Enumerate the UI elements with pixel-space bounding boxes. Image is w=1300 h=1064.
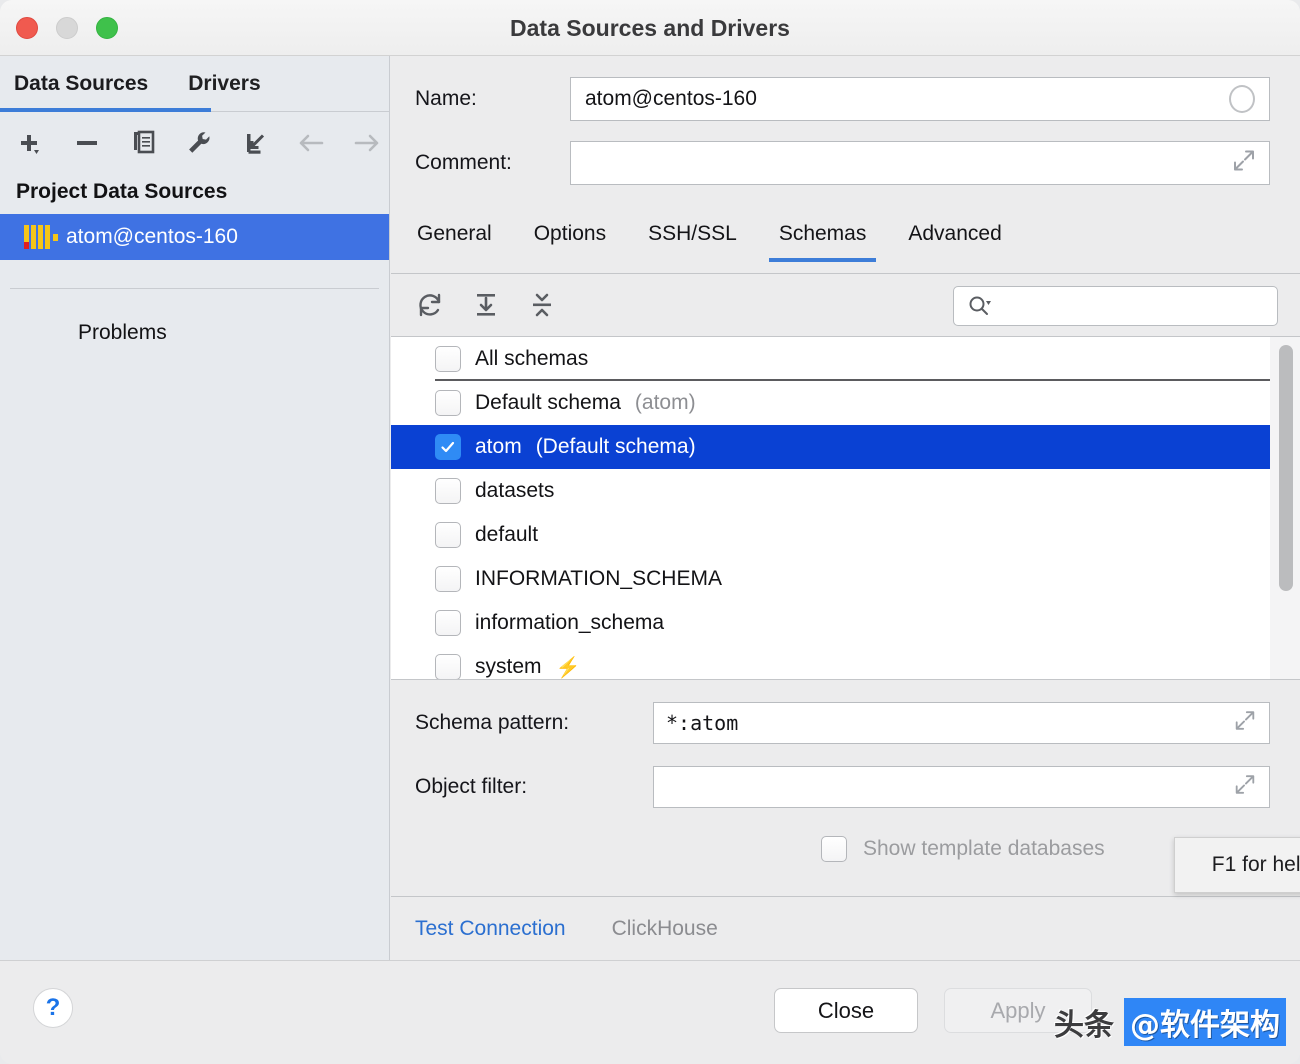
schema-label: INFORMATION_SCHEMA (475, 567, 722, 591)
test-connection-link[interactable]: Test Connection (415, 917, 566, 941)
checkbox[interactable] (435, 522, 461, 548)
checkbox[interactable] (435, 390, 461, 416)
name-field-row: Name: atom@centos-160 (391, 76, 1300, 122)
search-icon (966, 293, 992, 319)
name-value: atom@centos-160 (571, 87, 757, 111)
search-input[interactable] (953, 286, 1278, 326)
checkbox[interactable] (435, 610, 461, 636)
tab-drivers[interactable]: Drivers (188, 72, 260, 96)
tab-advanced[interactable]: Advanced (906, 216, 1003, 246)
test-connection-bar: Test Connection ClickHouse (391, 896, 1300, 960)
schema-label: datasets (475, 479, 554, 503)
sidebar-item-problems[interactable]: Problems (0, 289, 389, 345)
expand-icon[interactable] (1231, 148, 1257, 179)
main-panel: Name: atom@centos-160 Comment: General O… (391, 56, 1300, 960)
remove-icon[interactable] (70, 126, 104, 160)
schema-list-scrollbar[interactable] (1270, 337, 1300, 679)
schema-suffix: (Default schema) (536, 435, 696, 459)
tab-ssh-ssl[interactable]: SSH/SSL (646, 216, 739, 246)
schema-pattern-input[interactable]: *:atom (653, 702, 1270, 744)
expand-icon[interactable] (1233, 709, 1257, 738)
object-filter-input[interactable] (653, 766, 1270, 808)
schema-label: Default schema (475, 391, 621, 415)
duplicate-icon[interactable] (126, 126, 160, 160)
checkbox[interactable] (435, 654, 461, 680)
collapse-all-icon[interactable] (527, 290, 557, 320)
title-bar: Data Sources and Drivers (0, 0, 1300, 56)
watermark: 头条 @软件架构 (1054, 998, 1286, 1046)
schema-label: atom (475, 435, 522, 459)
name-label: Name: (415, 87, 570, 111)
settings-tabbar: General Options SSH/SSL Schemas Advanced (391, 216, 1300, 274)
checkbox[interactable] (821, 836, 847, 862)
refresh-icon[interactable] (415, 290, 445, 320)
comment-input[interactable] (570, 141, 1270, 185)
tab-options[interactable]: Options (532, 216, 608, 246)
status-circle-icon (1229, 85, 1255, 113)
sidebar-toolbar (0, 112, 389, 174)
scrollbar-thumb[interactable] (1279, 345, 1293, 591)
schema-row-datasets[interactable]: datasets (391, 469, 1300, 513)
schema-list: All schemas Default schema (atom) atom (… (391, 336, 1300, 680)
sidebar-section-title: Project Data Sources (0, 174, 389, 214)
comment-label: Comment: (415, 151, 570, 175)
watermark-handle: @软件架构 (1124, 998, 1286, 1046)
sidebar-tabbar: Data Sources Drivers (0, 56, 389, 112)
driver-name-label: ClickHouse (612, 917, 718, 941)
wrench-icon[interactable] (182, 126, 216, 160)
show-template-databases-label: Show template databases (863, 837, 1105, 861)
close-button[interactable]: Close (774, 988, 918, 1033)
schema-list-toolbar (391, 274, 1300, 336)
schema-row-system[interactable]: system ⚡ (391, 645, 1300, 680)
tab-data-sources[interactable]: Data Sources (14, 72, 148, 96)
help-button[interactable]: ? (33, 988, 73, 1028)
schema-row-information-schema-lower[interactable]: information_schema (391, 601, 1300, 645)
schema-label: information_schema (475, 611, 664, 635)
help-tooltip: F1 for help (1174, 837, 1300, 893)
schema-row-default-schema[interactable]: Default schema (atom) (391, 381, 1300, 425)
sidebar: Data Sources Drivers (0, 56, 390, 1064)
schema-pattern-label: Schema pattern: (415, 711, 653, 735)
schema-row-all-schemas[interactable]: All schemas (391, 337, 1300, 381)
back-arrow-icon[interactable] (294, 126, 328, 160)
tab-schemas[interactable]: Schemas (777, 216, 869, 246)
data-sources-dialog: Data Sources and Drivers Data Sources Dr… (0, 0, 1300, 1064)
checkbox[interactable] (435, 434, 461, 460)
tab-general[interactable]: General (415, 216, 494, 246)
schema-suffix: (atom) (635, 391, 696, 415)
checkbox[interactable] (435, 566, 461, 592)
object-filter-label: Object filter: (415, 775, 653, 799)
name-input[interactable]: atom@centos-160 (570, 77, 1270, 121)
schema-row-information-schema-upper[interactable]: INFORMATION_SCHEMA (391, 557, 1300, 601)
sidebar-item-label: atom@centos-160 (66, 225, 238, 249)
import-icon[interactable] (238, 126, 272, 160)
sidebar-item-atom-centos-160[interactable]: atom@centos-160 (0, 214, 389, 260)
schema-label: All schemas (475, 347, 588, 371)
object-filter-row: Object filter: (391, 766, 1300, 808)
schema-pattern-row: Schema pattern: *:atom (391, 702, 1300, 744)
schema-row-atom[interactable]: atom (Default schema) (391, 425, 1300, 469)
comment-field-row: Comment: (391, 140, 1300, 186)
schema-label: system (475, 655, 542, 679)
expand-icon[interactable] (1233, 773, 1257, 802)
lightning-bolt-icon: ⚡ (556, 655, 581, 680)
expand-all-icon[interactable] (471, 290, 501, 320)
schema-pattern-value: *:atom (654, 711, 738, 735)
clickhouse-icon (24, 225, 52, 249)
schema-row-default[interactable]: default (391, 513, 1300, 557)
sidebar-tab-indicator (0, 108, 211, 112)
add-icon[interactable] (14, 126, 48, 160)
watermark-source: 头条 (1054, 1000, 1124, 1044)
checkbox[interactable] (435, 478, 461, 504)
show-template-databases-row[interactable]: Show template databases (391, 836, 1300, 862)
checkbox[interactable] (435, 346, 461, 372)
forward-arrow-icon[interactable] (350, 126, 384, 160)
window-title: Data Sources and Drivers (0, 0, 1300, 56)
schema-label: default (475, 523, 538, 547)
